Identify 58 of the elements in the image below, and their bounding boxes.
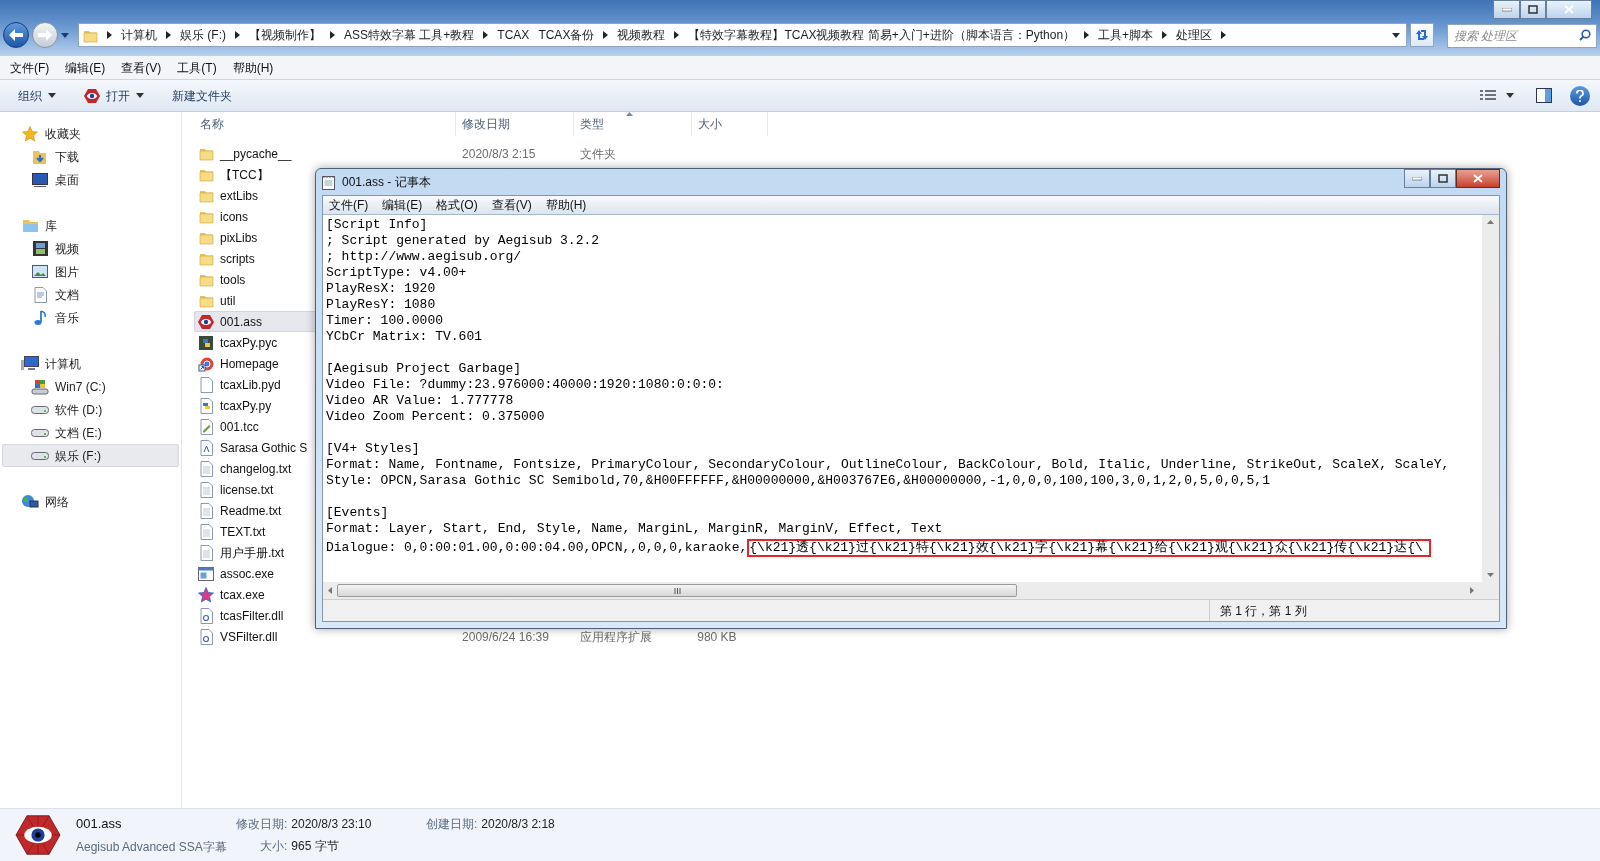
highlighted-text: {\k21}透{\k21}过{\k21}特{\k21}效{\k21}字{\k21}幕{\k21}给{\k21}观{\k21}众{\k21}传{\k21}达{\ — [747, 539, 1431, 557]
file-name: changelog.txt — [220, 460, 292, 478]
file-name: __pycache__ — [220, 145, 292, 163]
file-name: tcaxLib.pyd — [220, 376, 281, 394]
file-name: scripts — [220, 250, 255, 268]
field-label: 创建日期: — [426, 816, 478, 833]
file-name: icons — [220, 208, 248, 226]
text-line: Format: Layer, Start, End, Style, Name, MarginL, MarginR, MarginV, Effect, Text — [326, 521, 943, 536]
field-value: 965 字节 — [291, 838, 339, 855]
file-name: util — [220, 292, 236, 310]
text-line: [Events] — [326, 505, 389, 520]
file-name: tools — [220, 271, 246, 289]
file-name: tcaxPy.py — [220, 397, 272, 415]
file-date: 2020/8/3 2:15 — [462, 146, 536, 161]
field-value: 2020/8/3 23:10 — [291, 816, 372, 833]
file-name: TEXT.txt — [220, 523, 266, 541]
file-name: Readme.txt — [220, 502, 282, 520]
field-label: 大小: — [260, 838, 288, 855]
file-type: Aegisub Advanced SSA字幕 — [76, 838, 228, 856]
file-name: VSFilter.dll — [220, 628, 278, 646]
file-name: assoc.exe — [220, 565, 275, 583]
text-line: [Aegisub Project Garbage] — [326, 361, 522, 376]
text-line: ; Script generated by Aegisub 3.2.2 — [326, 233, 600, 248]
file-name: pixLibs — [220, 229, 258, 247]
file-size: 980 KB — [697, 629, 737, 644]
text-line: ; http://www.aegisub.org/ — [326, 249, 522, 264]
field-value: 2020/8/3 2:18 — [481, 816, 555, 833]
cursor-position: 第 1 行，第 1 列 — [1220, 602, 1307, 620]
text-line: PlayResX: 1920 — [326, 281, 436, 296]
text-line: [V4+ Styles] — [326, 441, 420, 456]
file-name: tcaxPy.pyc — [220, 334, 278, 352]
window-title: 001.ass - 记事本 — [342, 174, 431, 191]
text-line: PlayResY: 1080 — [326, 297, 436, 312]
text-line: Video File: ?dummy:23.976000:40000:1920:1080:0:0:0: — [326, 377, 724, 392]
file-name: 001.ass — [220, 313, 263, 331]
file-type: 文件夹 — [579, 146, 616, 161]
text-line: Style: OPCN,Sarasa Gothic SC Semibold,70,&H00FFFFFF,&H00000000,&H003767E6,&H00000000,-1,0,0,0,100,100,3,0,1,2,0,5,0,0,5,1 — [326, 473, 1270, 488]
text-line: Video Zoom Percent: 0.375000 — [326, 409, 545, 424]
file-name: 001.ass — [76, 815, 123, 834]
file-name: 【TCC】 — [220, 166, 269, 184]
file-name: tcasFilter.dll — [220, 607, 284, 625]
file-name: Sarasa Gothic S — [220, 439, 308, 457]
file-name: 001.tcc — [220, 418, 259, 436]
file-name: 用户手册.txt — [220, 544, 284, 562]
file-date: 2009/6/24 16:39 — [462, 629, 549, 644]
field-label: 修改日期: — [236, 816, 288, 833]
file-name: extLibs — [220, 187, 259, 205]
file-type: 应用程序扩展 — [579, 629, 652, 644]
file-name: tcax.exe — [220, 586, 265, 604]
text-line: YCbCr Matrix: TV.601 — [326, 329, 483, 344]
text-line: [Script Info] — [326, 217, 428, 232]
text-line: Timer: 100.0000 — [326, 313, 444, 328]
text-line: ScriptType: v4.00+ — [326, 265, 467, 280]
text-line: Dialogue: 0,0:00:01.00,0:00:04.00,OPCN,,0,0,0,karaoke, — [326, 540, 748, 556]
file-name: license.txt — [220, 481, 274, 499]
text-line: Format: Name, Fontname, Fontsize, PrimaryColour, SecondaryColour, OutlineColour, BackColour, Bold, Italic, Underline, StrikeOut, ScaleX, ScaleY, — [326, 457, 1450, 472]
text-line: Video AR Value: 1.777778 — [326, 393, 514, 408]
file-name: Homepage — [220, 355, 279, 373]
